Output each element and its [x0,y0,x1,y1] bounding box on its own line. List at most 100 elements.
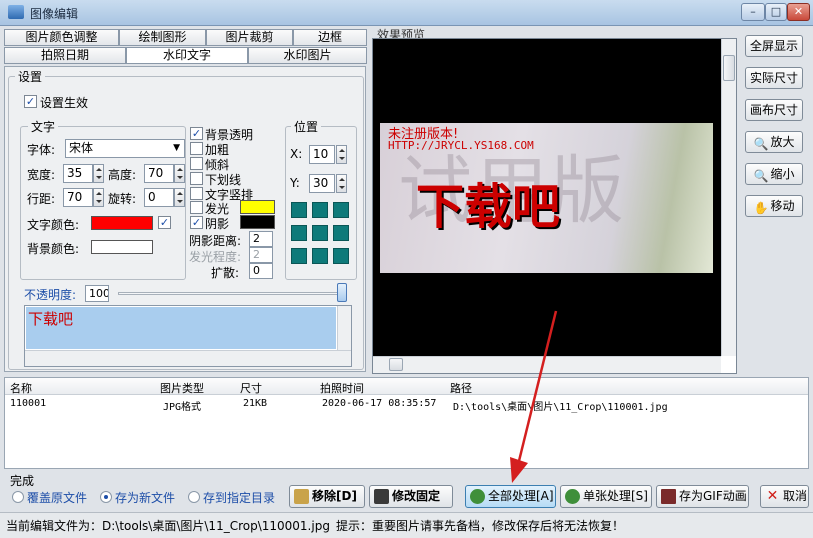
header-name[interactable]: 名称 [10,380,32,396]
position-middle-left[interactable] [291,225,307,241]
chevron-down-icon: ▼ [173,143,180,153]
underline-checkbox[interactable] [190,172,203,185]
enable-label: 设置生效 [40,96,89,110]
tab-color-adjust[interactable]: 图片颜色调整 [4,29,119,46]
tab-crop[interactable]: 图片裁剪 [206,29,293,46]
position-bottom-right[interactable] [333,248,349,264]
settings-group-title: 设置 [15,68,46,85]
status-current-file: 当前编辑文件为：D:\tools\桌面\图片\11_Crop\110001.jp… [6,519,330,533]
cancel-button[interactable]: ✕ 取消 [760,485,809,508]
y-label: Y: [290,176,300,190]
transparent-bg-checkbox[interactable]: ✓ [190,127,203,140]
preview-vscroll[interactable] [721,39,736,356]
save-gif-label: 存为GIF动画 [679,489,747,503]
position-middle-right[interactable] [333,225,349,241]
remove-button[interactable]: 移除[D] [289,485,365,508]
linespace-spinner[interactable] [93,188,104,207]
minimize-button[interactable]: – [741,3,765,21]
tab-watermark-text[interactable]: 水印文字 [126,47,248,64]
rotate-input[interactable]: 0 [144,188,174,207]
x-spinner[interactable] [336,145,347,164]
font-select[interactable]: 宋体 ▼ [65,139,185,158]
canvas-size-button[interactable]: 画布尺寸 [745,99,803,121]
watermark-text: 下载吧 [28,310,74,328]
header-path[interactable]: 路径 [450,380,472,396]
x-input[interactable]: 10 [309,145,335,164]
header-type[interactable]: 图片类型 [160,380,204,396]
font-label: 字体: [27,143,56,157]
move-button[interactable]: ✋ 移动 [745,195,803,217]
shadow-distance-input[interactable]: 2 [249,231,273,247]
tab-photo-date[interactable]: 拍照日期 [4,47,126,64]
watermark-text-box[interactable]: 下载吧 [24,305,352,367]
shadow-color-swatch[interactable] [240,215,275,229]
annotation-arrow [510,310,558,483]
text-color-label: 文字颜色: [27,218,80,232]
opacity-input[interactable]: 100 [85,285,109,302]
remove-label: 移除[D] [312,489,357,503]
text-color-swatch[interactable] [91,216,153,230]
header-size[interactable]: 尺寸 [240,380,262,396]
complete-title: 完成 [10,474,35,488]
preview-url: HTTP://JRYCL.YS168.COM [388,139,534,152]
fullscreen-button[interactable]: 全屏显示 [745,35,803,57]
actual-size-button[interactable]: 实际尺寸 [745,67,803,89]
header-date[interactable]: 拍照时间 [320,380,364,396]
process-single-icon [565,489,580,504]
linespace-input[interactable]: 70 [63,188,93,207]
save-gif-button[interactable]: 存为GIF动画 [656,485,749,508]
save-new-radio[interactable] [100,491,112,503]
textarea-hscroll[interactable] [25,350,351,366]
glow-level-input[interactable]: 2 [249,247,273,263]
modify-fixed-button[interactable]: 修改固定 [369,485,453,508]
height-spinner[interactable] [174,164,185,183]
position-top-right[interactable] [333,202,349,218]
text-color-checkbox[interactable]: ✓ [158,216,171,229]
save-dir-radio[interactable] [188,491,200,503]
position-bottom-left[interactable] [291,248,307,264]
spread-label: 扩散: [211,266,240,280]
glow-color-swatch[interactable] [240,200,275,214]
width-input[interactable]: 35 [63,164,93,183]
width-spinner[interactable] [93,164,104,183]
vertical-checkbox[interactable] [190,187,203,200]
shadow-checkbox[interactable]: ✓ [190,216,203,229]
textarea-vscroll[interactable] [337,306,351,350]
zoom-in-button[interactable]: 🔍 放大 [745,131,803,153]
rotate-label: 旋转: [108,192,137,206]
position-center[interactable] [312,225,328,241]
tab-watermark-image[interactable]: 水印图片 [248,47,367,64]
shadow-distance-label: 阴影距离: [189,234,242,248]
overwrite-radio[interactable] [12,491,24,503]
overwrite-label[interactable]: 覆盖原文件 [27,489,87,506]
maximize-button[interactable]: □ [765,3,787,21]
table-row[interactable]: 110001 JPG格式 21KB 2020-06-17 08:35:57 D:… [5,396,808,413]
preview-vscroll-thumb[interactable] [723,55,735,81]
tab-draw-shape[interactable]: 绘制图形 [119,29,206,46]
preview-hscroll-thumb[interactable] [389,358,403,371]
process-single-button[interactable]: 单张处理[S] [560,485,652,508]
position-bottom-center[interactable] [312,248,328,264]
position-top-left[interactable] [291,202,307,218]
opacity-slider-thumb[interactable] [337,283,347,302]
enable-checkbox[interactable]: ✓ [24,95,37,108]
zoom-out-button[interactable]: 🔍 缩小 [745,163,803,185]
glow-level-label: 发光程度: [189,250,242,264]
save-new-label[interactable]: 存为新文件 [115,489,175,506]
italic-checkbox[interactable] [190,157,203,170]
y-input[interactable]: 30 [309,174,335,193]
glow-checkbox[interactable] [190,201,203,214]
cancel-icon: ✕ [766,488,779,504]
tab-border[interactable]: 边框 [293,29,367,46]
y-spinner[interactable] [336,174,347,193]
rotate-spinner[interactable] [174,188,185,207]
bg-color-swatch[interactable] [91,240,153,254]
modify-fixed-label: 修改固定 [392,489,441,503]
bold-checkbox[interactable] [190,142,203,155]
save-dir-label[interactable]: 存到指定目录 [203,489,275,506]
spread-input[interactable]: 0 [249,263,273,279]
opacity-slider-track[interactable] [118,292,346,295]
height-input[interactable]: 70 [144,164,174,183]
position-top-center[interactable] [312,202,328,218]
close-button[interactable]: ✕ [787,3,810,21]
